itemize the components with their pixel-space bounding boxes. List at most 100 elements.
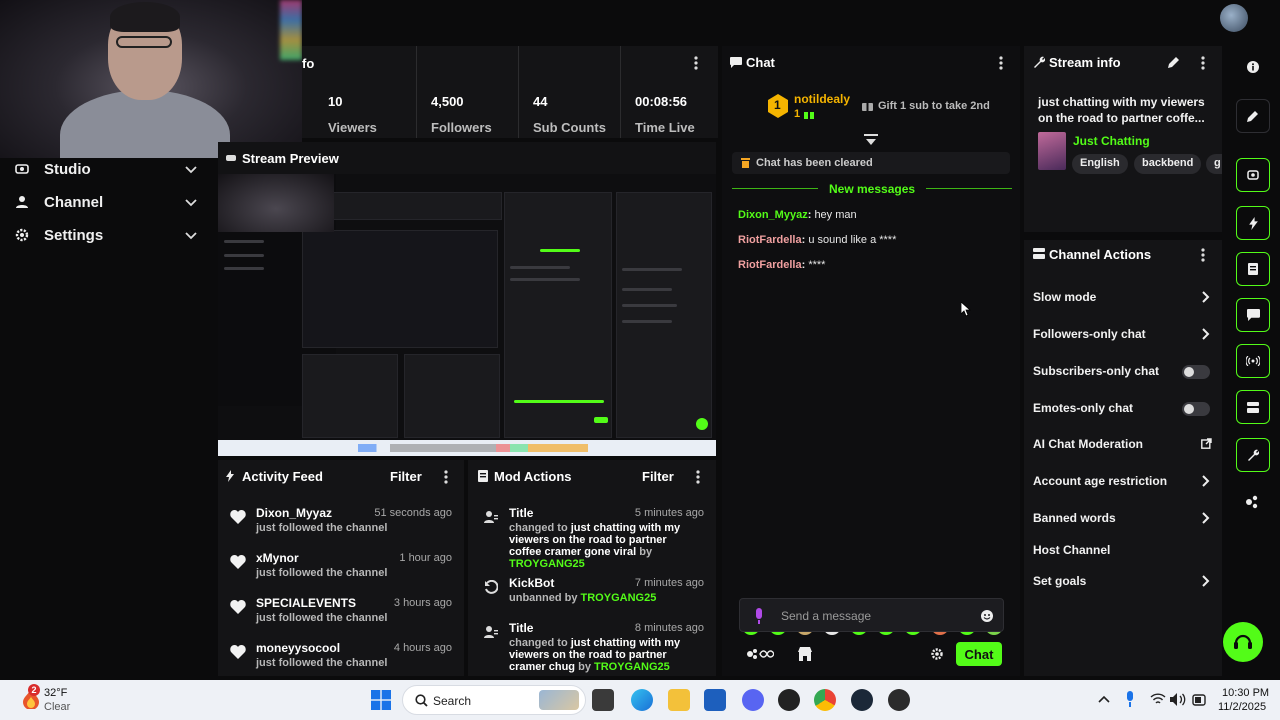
stream-info-button[interactable] [1236, 438, 1270, 472]
edge-browser-icon[interactable] [631, 689, 653, 711]
mod-log-button[interactable] [1236, 252, 1270, 286]
studio-icon [1247, 169, 1259, 181]
stat-label: Viewers [328, 120, 377, 135]
volume-icon[interactable] [1170, 693, 1186, 706]
chat-input[interactable]: Send a message [781, 609, 871, 623]
chrome-icon[interactable] [814, 689, 836, 711]
gear-icon[interactable] [931, 648, 943, 660]
expand-icon[interactable] [864, 134, 878, 146]
gift-prompt[interactable]: Gift 1 sub to take 2nd [878, 100, 990, 112]
info-icon[interactable] [1247, 61, 1259, 73]
external-link-icon [1201, 438, 1212, 449]
broadcast-button[interactable] [1236, 344, 1270, 378]
action-ai-chat-moderation[interactable]: AI Chat Moderation [1024, 435, 1222, 455]
event-time: 8 minutes ago [634, 622, 704, 634]
file-explorer-icon[interactable] [668, 689, 690, 711]
nav-item-channel[interactable]: Channel [0, 187, 212, 217]
microphone-icon[interactable] [1126, 691, 1134, 707]
microphone-icon[interactable] [754, 608, 764, 624]
event-time: 51 seconds ago [374, 507, 452, 519]
activity-filter-button[interactable]: Filter [390, 469, 422, 484]
action-account-age-restriction[interactable]: Account age restriction [1024, 472, 1222, 492]
top-gifter-name[interactable]: notildealy [794, 92, 850, 106]
follower-name[interactable]: Dixon_Myyaz [256, 506, 332, 520]
category-thumbnail[interactable] [1038, 132, 1066, 170]
pencil-icon [1247, 110, 1259, 122]
gear-icon [0, 228, 44, 242]
store-app-icon[interactable] [704, 689, 726, 711]
more-options-icon[interactable] [444, 470, 448, 484]
chevron-right-icon [1202, 328, 1210, 340]
follow-action: just followed the channel [256, 522, 388, 534]
preview-taskbar [218, 440, 716, 456]
more-options-icon[interactable] [1201, 248, 1205, 262]
more-options-icon[interactable] [696, 470, 700, 484]
clock-time[interactable]: 10:30 PM [1222, 687, 1269, 699]
preview-video[interactable] [218, 174, 716, 442]
tag-chip[interactable]: backbend [1134, 154, 1202, 174]
stream-title-text[interactable]: just chatting with my viewers on the roa… [1038, 94, 1216, 126]
more-options-icon[interactable] [1201, 56, 1205, 70]
action-host-channel[interactable]: Host Channel [1024, 541, 1222, 561]
emoji-icon[interactable] [980, 609, 994, 623]
chat-message: Dixon_Myyaz: hey man [738, 209, 857, 221]
follower-name[interactable]: moneyysocool [256, 641, 340, 655]
more-options-icon[interactable] [999, 56, 1003, 70]
category-link[interactable]: Just Chatting [1073, 134, 1150, 148]
action-followers-only-chat[interactable]: Followers-only chat [1024, 325, 1222, 345]
new-messages-label: New messages [818, 182, 927, 196]
action-subscribers-only-chat: Subscribers-only chat [1024, 362, 1222, 382]
search-highlight-image [539, 690, 579, 710]
chevron-up-icon[interactable] [1098, 695, 1110, 703]
channel-actions-title: Channel Actions [1049, 247, 1152, 262]
action-banned-words[interactable]: Banned words [1024, 509, 1222, 529]
action-slow-mode[interactable]: Slow mode [1024, 288, 1222, 308]
mod-filter-button[interactable]: Filter [642, 469, 674, 484]
chat-username[interactable]: Dixon_Myyaz [738, 209, 808, 221]
capcut-icon[interactable] [778, 689, 800, 711]
user-avatar[interactable] [1220, 4, 1248, 32]
kick-logo-icon[interactable] [1245, 495, 1259, 509]
steam-icon[interactable] [851, 689, 873, 711]
chat-input-box[interactable]: Send a message [739, 598, 1004, 632]
windows-start-icon[interactable] [371, 690, 391, 710]
battery-icon[interactable] [1192, 693, 1206, 707]
taskbar-search-box[interactable]: Search [402, 685, 586, 715]
follower-name[interactable]: xMynor [256, 551, 299, 565]
lightning-icon [226, 470, 234, 482]
follow-action: just followed the channel [256, 657, 388, 669]
chat-username[interactable]: RiotFardella [738, 234, 802, 246]
pencil-icon[interactable] [1168, 56, 1180, 68]
edit-layout-button[interactable] [1236, 99, 1270, 133]
channel-actions-button[interactable] [1236, 390, 1270, 424]
obs-icon[interactable] [888, 689, 910, 711]
action-set-goals[interactable]: Set goals [1024, 572, 1222, 592]
log-icon [1248, 263, 1258, 275]
quick-actions-button[interactable] [1236, 206, 1270, 240]
studio-toggle-button[interactable] [1236, 158, 1270, 192]
kick-logo-icon[interactable] [746, 648, 774, 660]
follower-name[interactable]: SPECIALEVENTS [256, 596, 356, 610]
chat-toggle-button[interactable] [1236, 298, 1270, 332]
task-view-icon[interactable] [592, 689, 614, 711]
nav-item-settings[interactable]: Settings [0, 220, 212, 250]
trash-icon [741, 158, 750, 168]
stat-label: Followers [431, 120, 492, 135]
tag-chip[interactable]: g [1206, 154, 1222, 174]
follow-action: just followed the channel [256, 612, 388, 624]
windows-taskbar: 2 32°F Clear Search 10:30 PM 11/2/2025 [0, 680, 1280, 720]
emotes-only-toggle[interactable] [1182, 402, 1210, 416]
mod-action-detail: unbanned by TROYGANG25 [509, 592, 657, 604]
stat-value: 00:08:56 [635, 94, 688, 109]
support-button[interactable] [1223, 622, 1263, 662]
store-icon[interactable] [798, 647, 812, 661]
send-chat-button[interactable]: Chat [956, 642, 1002, 666]
clock-date[interactable]: 11/2/2025 [1218, 701, 1266, 713]
nav-item-studio[interactable]: Studio [0, 154, 212, 184]
chat-username[interactable]: RiotFardella [738, 259, 802, 271]
wifi-icon[interactable] [1150, 693, 1166, 705]
chat-panel: Chat 1 notildealy 1 Gift 1 sub to take 2… [722, 46, 1020, 676]
subscribers-only-toggle[interactable] [1182, 365, 1210, 379]
discord-icon[interactable] [742, 689, 764, 711]
tag-chip[interactable]: English [1072, 154, 1128, 174]
